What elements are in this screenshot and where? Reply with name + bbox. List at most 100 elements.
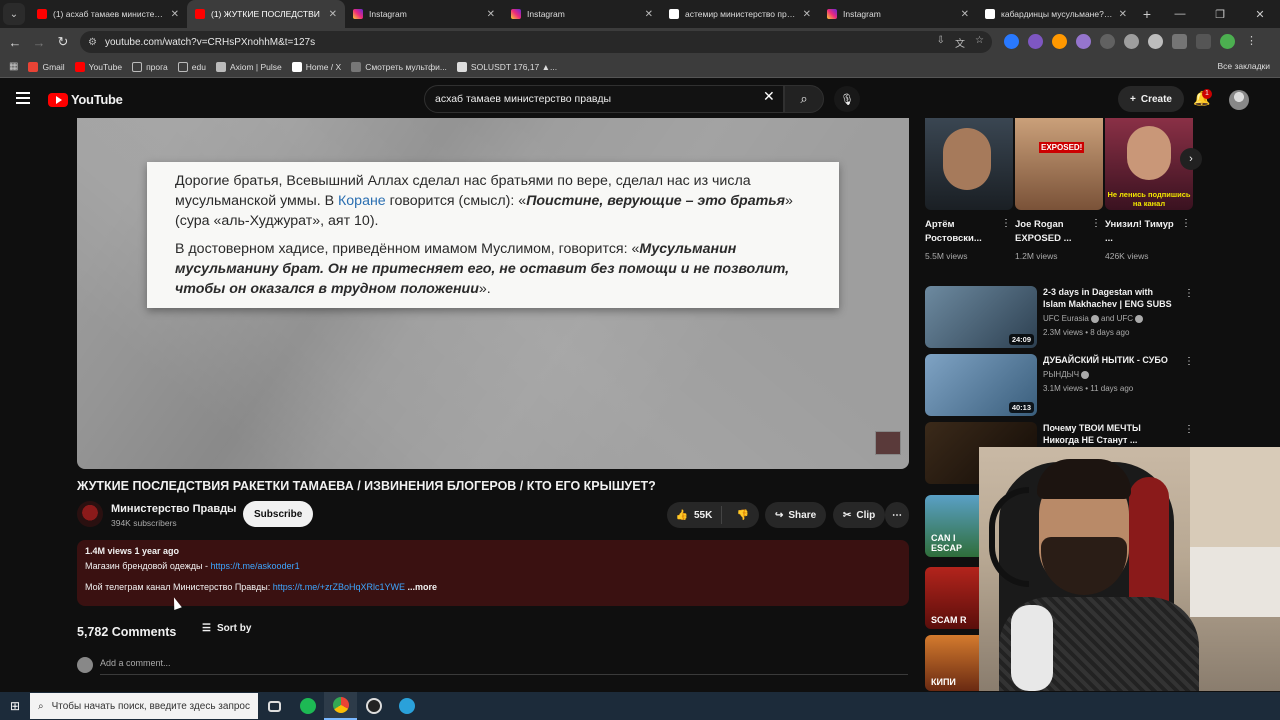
spotify-icon[interactable]	[291, 692, 324, 720]
extension-icon[interactable]	[1028, 34, 1043, 49]
browser-tab[interactable]: Instagram ✕	[345, 0, 503, 28]
bookmark-star-icon[interactable]: ☆	[975, 35, 984, 50]
close-tab-icon[interactable]: ✕	[171, 9, 179, 20]
video-player[interactable]: Дорогие братья, Всевышний Аллах сделал н…	[77, 118, 909, 469]
browser-tab[interactable]: Instagram ✕	[819, 0, 977, 28]
share-button[interactable]: ↪ Share	[765, 502, 827, 528]
browser-tab[interactable]: (1) ЖУТКИЕ ПОСЛЕДСТВИ ✕	[187, 0, 345, 28]
close-tab-icon[interactable]: ✕	[645, 9, 653, 20]
telegram-icon[interactable]	[390, 692, 423, 720]
extension-icon[interactable]	[1148, 34, 1163, 49]
account-avatar[interactable]	[1229, 90, 1249, 110]
apps-grid-icon[interactable]: ▦	[9, 61, 18, 72]
site-info-icon[interactable]: ⚙	[88, 37, 97, 48]
bookmark-item[interactable]: edu	[177, 61, 206, 72]
bookmark-item[interactable]: Gmail	[28, 61, 65, 72]
rec-thumbnail[interactable]: SCAM R	[925, 567, 979, 629]
extension-icon[interactable]	[1124, 34, 1139, 49]
description-box[interactable]: 1.4M views 1 year ago Магазин брендовой …	[77, 540, 909, 606]
chevron-right-icon[interactable]: ›	[1180, 148, 1202, 170]
windows-start-icon[interactable]: ⊞	[0, 699, 30, 713]
rec-thumbnail[interactable]: КИПИ	[925, 635, 979, 691]
forward-button[interactable]: →	[27, 35, 51, 50]
profile-icon[interactable]	[1220, 34, 1235, 49]
close-window-icon[interactable]: ✕	[1240, 8, 1280, 21]
back-button[interactable]: ←	[3, 35, 27, 50]
browser-tab[interactable]: Instagram ✕	[503, 0, 661, 28]
clip-button[interactable]: ✂ Clip	[833, 502, 886, 528]
more-vertical-icon[interactable]: ⋮	[1184, 424, 1194, 435]
browser-tab[interactable]: астемир министерство правд ✕	[661, 0, 819, 28]
create-button[interactable]: + Create	[1118, 86, 1184, 112]
url-field[interactable]: ⚙ youtube.com/watch?v=CRHsPXnohhM&t=127s…	[80, 31, 992, 53]
add-comment-input[interactable]: Add a comment...	[100, 658, 171, 668]
more-vertical-icon[interactable]: ⋮	[1184, 356, 1194, 367]
user-avatar	[77, 657, 93, 673]
bookmark-item[interactable]: Home / X	[291, 61, 341, 72]
reload-button[interactable]: ↻	[51, 34, 75, 50]
sort-by-button[interactable]: ☰ Sort by	[202, 623, 251, 634]
chrome-icon[interactable]	[324, 692, 357, 720]
voice-search-button[interactable]: 🎙	[834, 86, 860, 112]
close-tab-icon[interactable]: ✕	[487, 9, 495, 20]
hamburger-menu-icon[interactable]	[16, 92, 30, 107]
tab-title: кабардинцы мусульмане? - П	[1001, 9, 1115, 19]
close-tab-icon[interactable]: ✕	[961, 9, 969, 20]
short-item[interactable]: Не ленись подпишись на канал Унизил! Тим…	[1105, 118, 1193, 261]
new-tab-button[interactable]: +	[1135, 6, 1159, 22]
rec-thumbnail[interactable]: CAN I ESCAP	[925, 495, 979, 557]
recommendation-item[interactable]: 40:13 ДУБАЙСКИЙ НЫТИК - СУБО РЫНДЫЧ 3.1M…	[925, 354, 1194, 416]
channel-avatar[interactable]	[77, 501, 103, 527]
task-view-icon[interactable]	[258, 692, 291, 720]
minimize-icon[interactable]: —	[1160, 8, 1200, 20]
more-vertical-icon[interactable]: ⋮	[1181, 218, 1191, 229]
bookmark-icon	[74, 61, 85, 72]
more-vertical-icon[interactable]: ⋮	[1091, 218, 1101, 229]
recommendation-item[interactable]: 24:09 2-3 days in Dagestan with Islam Ma…	[925, 286, 1194, 348]
bookmark-label: edu	[191, 61, 206, 72]
more-actions-button[interactable]: ⋯	[885, 502, 909, 528]
close-tab-icon[interactable]: ✕	[803, 9, 811, 20]
show-more-button[interactable]: ...more	[408, 582, 438, 592]
paper-paragraph-1: Дорогие братья, Всевышний Аллах сделал н…	[175, 171, 811, 231]
short-item[interactable]: Артём Ростовски... 5.5M views ⋮	[925, 118, 1013, 261]
extension-icon[interactable]	[1076, 34, 1091, 49]
like-button[interactable]: 👍 55K	[667, 506, 722, 524]
bookmark-item[interactable]: Axiom | Pulse	[215, 61, 282, 72]
menu-icon[interactable]: ⋮	[1244, 34, 1259, 49]
close-tab-icon[interactable]: ✕	[1119, 9, 1127, 20]
browser-tab[interactable]: (1) асхаб тамаев министерство ✕	[29, 0, 187, 28]
channel-watermark[interactable]	[875, 431, 901, 455]
extension-icon[interactable]	[1004, 34, 1019, 49]
close-tab-icon[interactable]: ✕	[329, 9, 337, 20]
extensions-puzzle-icon[interactable]	[1172, 34, 1187, 49]
install-icon[interactable]: ⇩	[937, 35, 945, 50]
taskbar-search-input[interactable]: ⌕ Чтобы начать поиск, введите здесь запр…	[30, 693, 258, 719]
description-link[interactable]: https://t.me/askooder1	[211, 561, 300, 571]
search-button[interactable]: ⌕	[784, 85, 824, 113]
share-icon: ↪	[775, 509, 784, 521]
more-vertical-icon[interactable]: ⋮	[1001, 218, 1011, 229]
reading-list-icon[interactable]	[1196, 34, 1211, 49]
browser-tab[interactable]: кабардинцы мусульмане? - П ✕	[977, 0, 1135, 28]
tab-search-button[interactable]: ⌄	[3, 3, 25, 25]
channel-name[interactable]: Министерство Правды	[111, 503, 236, 515]
extension-icon[interactable]	[1052, 34, 1067, 49]
search-input[interactable]: асхаб тамаев министерство правды	[424, 85, 784, 113]
bookmark-item[interactable]: YouTube	[74, 61, 122, 72]
description-link[interactable]: https://t.me/+zrZBoHqXRlc1YWE	[273, 582, 405, 592]
short-item[interactable]: EXPOSED! Joe Rogan EXPOSED ... 1.2M view…	[1015, 118, 1103, 261]
bookmark-item[interactable]: SOLUSDT 176,17 ▲...	[456, 61, 557, 72]
clear-search-icon[interactable]: ✕	[763, 88, 775, 105]
bookmark-item[interactable]: прога	[132, 61, 168, 72]
all-bookmarks[interactable]: Все закладки	[1217, 61, 1270, 71]
more-vertical-icon[interactable]: ⋮	[1184, 288, 1194, 299]
subscribe-button[interactable]: Subscribe	[243, 501, 314, 527]
youtube-logo[interactable]: YouTube	[48, 92, 123, 107]
translate-icon[interactable]: 文	[955, 35, 965, 50]
bookmark-item[interactable]: Смотреть мультфи...	[351, 61, 447, 72]
obs-icon[interactable]	[357, 692, 390, 720]
extension-icon[interactable]	[1100, 34, 1115, 49]
dislike-button[interactable]: 👎	[727, 510, 759, 521]
maximize-icon[interactable]: ❐	[1200, 8, 1240, 21]
